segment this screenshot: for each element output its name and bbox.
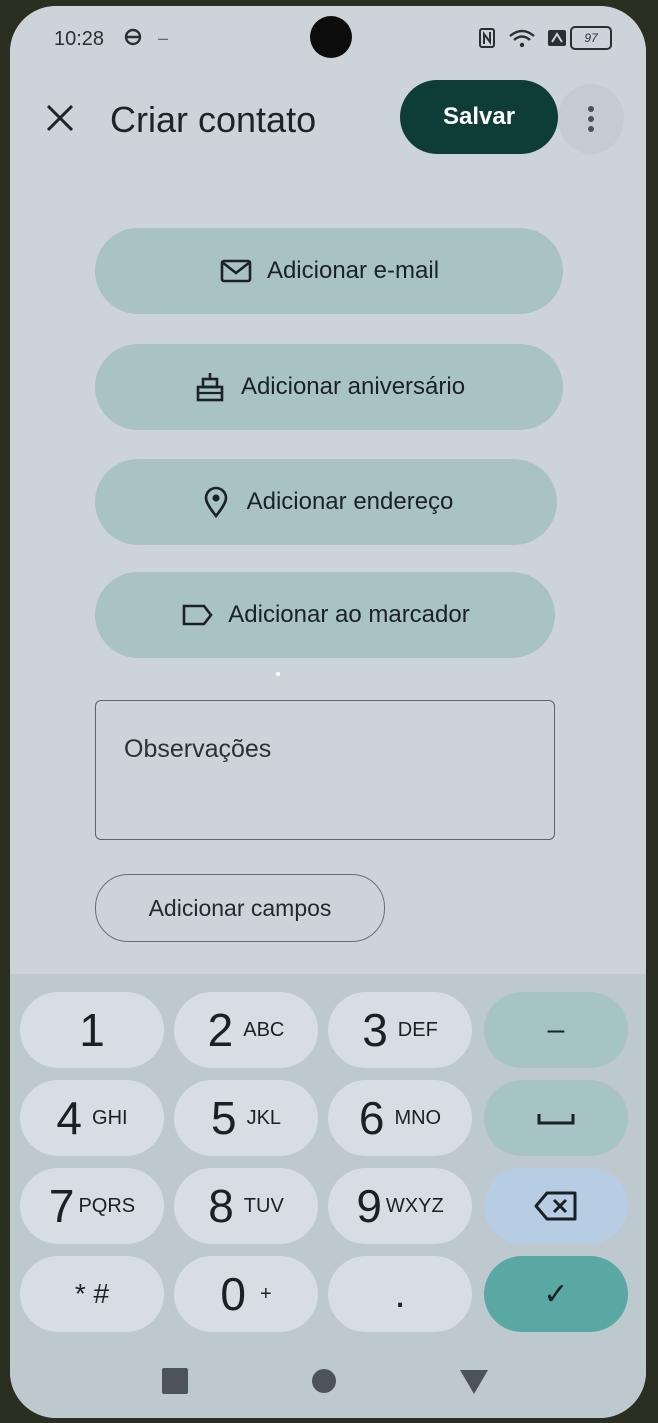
key-star-hash-main: * #	[74, 1278, 110, 1309]
key-4-main: 4	[56, 1092, 83, 1144]
location-pin-icon	[204, 486, 227, 519]
notes-field[interactable]: Observações	[95, 700, 555, 840]
back-button[interactable]	[460, 1370, 488, 1394]
key-3-main: 3	[362, 1004, 388, 1056]
key-8-main: 8	[208, 1180, 234, 1232]
more-options-icon[interactable]	[558, 84, 624, 154]
key-1[interactable]: 1	[20, 992, 164, 1068]
add-fields-button[interactable]: Adicionar campos	[95, 874, 385, 942]
add-email-button[interactable]: Adicionar e-mail	[95, 228, 563, 314]
key-6-main: 6	[358, 1092, 385, 1144]
key-period-main: .	[394, 1271, 406, 1316]
key-star-hash[interactable]: * #	[20, 1256, 164, 1332]
mail-icon	[220, 259, 252, 283]
backspace-icon	[534, 1191, 577, 1221]
key-7-sub: PQRS	[78, 1194, 136, 1217]
add-address-button[interactable]: Adicionar endereço	[95, 459, 557, 545]
key-5-sub: JKL	[246, 1106, 282, 1129]
key-8[interactable]: 8 TUV	[174, 1168, 318, 1244]
key-2-sub: ABC	[243, 1018, 285, 1041]
key-3-sub: DEF	[397, 1018, 438, 1041]
save-button[interactable]: Salvar	[400, 80, 558, 154]
key-4[interactable]: 4 GHI	[20, 1080, 164, 1156]
key-7-main: 7	[48, 1180, 75, 1232]
system-navigation-bar	[162, 1368, 488, 1394]
recents-button[interactable]	[162, 1368, 188, 1394]
status-dash: –	[158, 28, 169, 48]
key-2-main: 2	[207, 1004, 234, 1056]
key-dash[interactable]: –	[484, 992, 628, 1068]
key-2[interactable]: 2 ABC	[174, 992, 318, 1068]
key-5-main: 5	[210, 1092, 237, 1144]
key-7[interactable]: 7 PQRS	[20, 1168, 164, 1244]
key-6[interactable]: 6 MNO	[328, 1080, 472, 1156]
add-label-label: Adicionar ao marcador	[228, 601, 470, 628]
device-frame: 10:28 – 97 Criar contato Salvar Adiciona…	[0, 0, 658, 1423]
key-8-sub: TUV	[243, 1194, 284, 1217]
key-9-sub: WXYZ	[385, 1194, 444, 1217]
key-4-sub: GHI	[92, 1106, 128, 1129]
key-9-main: 9	[356, 1180, 382, 1232]
cake-icon	[196, 373, 224, 402]
label-icon	[182, 604, 213, 626]
home-button[interactable]	[312, 1369, 336, 1393]
battery-indicator: 97	[570, 26, 612, 50]
key-5[interactable]: 5 JKL	[174, 1080, 318, 1156]
key-space[interactable]	[484, 1080, 628, 1156]
key-0-sub: +	[259, 1282, 272, 1305]
space-icon	[537, 1114, 575, 1125]
key-6-sub: MNO	[394, 1106, 442, 1129]
add-birthday-label: Adicionar aniversário	[240, 373, 466, 400]
key-dash-main: –	[547, 1013, 565, 1046]
key-0-main: 0	[220, 1268, 246, 1320]
add-label-button[interactable]: Adicionar ao marcador	[95, 572, 555, 658]
page-title: Criar contato	[110, 99, 317, 140]
sync-status-icon	[124, 28, 142, 46]
key-period[interactable]: .	[328, 1256, 472, 1332]
check-icon: ✓	[543, 1277, 569, 1311]
key-confirm[interactable]: ✓	[484, 1256, 628, 1332]
key-0[interactable]: 0 +	[174, 1256, 318, 1332]
key-9[interactable]: 9 WXYZ	[328, 1168, 472, 1244]
add-address-label: Adicionar endereço	[246, 488, 454, 515]
key-backspace[interactable]	[484, 1168, 628, 1244]
scroll-dot	[276, 672, 280, 676]
key-3[interactable]: 3 DEF	[328, 992, 472, 1068]
close-icon[interactable]	[40, 98, 80, 138]
front-camera	[310, 16, 352, 58]
add-email-label: Adicionar e-mail	[266, 257, 440, 284]
add-birthday-button[interactable]: Adicionar aniversário	[95, 344, 563, 430]
key-1-main: 1	[79, 1004, 105, 1056]
status-time: 10:28	[54, 28, 105, 50]
phone-screen: 10:28 – 97 Criar contato Salvar Adiciona…	[10, 6, 646, 1418]
notes-placeholder: Observações	[124, 735, 272, 763]
